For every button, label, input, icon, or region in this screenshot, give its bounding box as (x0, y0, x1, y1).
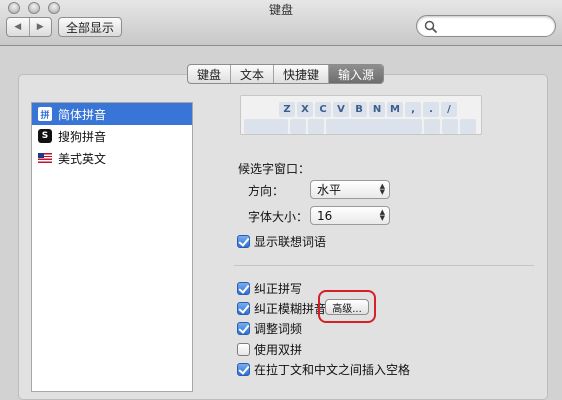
forward-arrow-icon[interactable]: ▶ (30, 18, 52, 36)
keyboard-preview: Z X C V B N M , . / (240, 95, 482, 135)
tab-bar: 键盘 文本 快捷键 输入源 (187, 64, 385, 84)
keyboard-row: Z X C V B N M , . / (279, 102, 457, 117)
tab-shortcuts[interactable]: 快捷键 (274, 65, 330, 83)
back-forward-control: ◀ ▶ (6, 17, 52, 37)
input-source-label: 美式英文 (58, 151, 107, 166)
double-pinyin-checkbox[interactable]: 使用双拼 (237, 341, 302, 358)
key: . (423, 102, 439, 117)
show-all-button[interactable]: 全部显示 (58, 17, 122, 37)
checkbox-label: 纠正拼写 (254, 282, 303, 296)
tab-keyboard[interactable]: 键盘 (188, 65, 232, 83)
key (290, 119, 306, 134)
checkbox-label: 调整词频 (254, 322, 303, 336)
key: C (315, 102, 331, 117)
orientation-label: 方向： (248, 184, 285, 198)
key (460, 119, 476, 134)
keyboard-row (244, 119, 476, 134)
checkbox-checked-icon[interactable] (237, 282, 250, 295)
checkbox-label: 在拉丁文和中文之间插入空格 (254, 363, 411, 377)
key: , (405, 102, 421, 117)
checkbox-label: 纠正模糊拼音 (254, 302, 327, 316)
key (424, 119, 440, 134)
sogou-icon: S (38, 129, 52, 143)
font-size-label: 字体大小： (248, 210, 309, 224)
input-source-label: 搜狗拼音 (58, 129, 107, 144)
input-source-list[interactable]: 拼 简体拼音 S 搜狗拼音 美式英文 (31, 102, 193, 392)
checkbox-unchecked-icon[interactable] (237, 343, 250, 356)
title-bar: 键盘 ◀ ▶ 全部显示 (0, 0, 562, 46)
stepper-arrows-icon: ▲ ▼ (379, 208, 385, 222)
stepper-arrows-icon: ▲ ▼ (379, 182, 385, 196)
checkbox-label: 显示联想词语 (254, 235, 327, 249)
input-source-item-us[interactable]: 美式英文 (32, 147, 192, 169)
tab-input-sources[interactable]: 输入源 (329, 65, 384, 83)
orientation-popup[interactable]: 水平 ▲ ▼ (310, 180, 390, 199)
tab-text[interactable]: 文本 (231, 65, 275, 83)
adjust-frequency-checkbox[interactable]: 调整词频 (237, 320, 302, 337)
search-icon (424, 20, 438, 34)
checkbox-checked-icon[interactable] (237, 322, 250, 335)
advanced-button[interactable]: 高级... (325, 299, 369, 315)
candidate-window-heading: 候选字窗口： (238, 162, 311, 176)
insert-space-checkbox[interactable]: 在拉丁文和中文之间插入空格 (237, 361, 410, 378)
key (244, 119, 288, 134)
fuzzy-pinyin-checkbox[interactable]: 纠正模糊拼音 (237, 300, 326, 317)
key: B (351, 102, 367, 117)
input-source-label: 简体拼音 (58, 107, 107, 122)
divider (234, 265, 534, 266)
key: X (297, 102, 313, 117)
key: V (333, 102, 349, 117)
checkbox-checked-icon[interactable] (237, 302, 250, 315)
input-source-item-sogou[interactable]: S 搜狗拼音 (32, 125, 192, 147)
font-size-popup[interactable]: 16 ▲ ▼ (310, 206, 390, 225)
show-suggestions-checkbox[interactable]: 显示联想词语 (237, 233, 326, 250)
key: Z (279, 102, 295, 117)
key (308, 119, 324, 134)
key (442, 119, 458, 134)
pinyin-icon: 拼 (38, 107, 52, 121)
checkbox-checked-icon[interactable] (237, 363, 250, 376)
key: N (369, 102, 385, 117)
key: / (441, 102, 457, 117)
us-flag-icon (38, 151, 52, 165)
search-field[interactable] (416, 15, 556, 37)
orientation-value: 水平 (317, 183, 342, 197)
key: M (387, 102, 403, 117)
input-source-item-pinyin[interactable]: 拼 简体拼音 (32, 103, 192, 125)
back-arrow-icon[interactable]: ◀ (7, 18, 30, 36)
correct-spelling-checkbox[interactable]: 纠正拼写 (237, 280, 302, 297)
key (326, 119, 422, 134)
font-size-value: 16 (317, 208, 333, 223)
checkbox-checked-icon[interactable] (237, 235, 250, 248)
checkbox-label: 使用双拼 (254, 343, 303, 357)
